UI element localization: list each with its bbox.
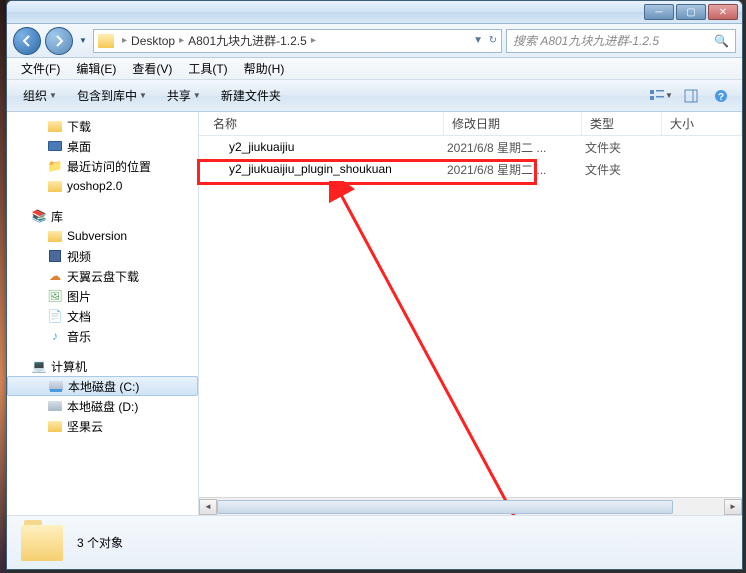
titlebar[interactable]: ─ ▢ ✕ <box>7 1 742 24</box>
search-input[interactable]: 搜索 A801九块九进群-1.2.5 🔍 <box>506 29 736 53</box>
organize-button[interactable]: 组织▼ <box>15 83 65 108</box>
nav-history-dropdown[interactable]: ▼ <box>77 27 89 55</box>
help-button[interactable]: ? <box>708 84 734 108</box>
file-name: y2_jiukuaijiu_plugin_shoukuan <box>229 162 447 176</box>
maximize-button[interactable]: ▢ <box>676 4 706 20</box>
forward-button[interactable] <box>45 27 73 55</box>
search-placeholder: 搜索 A801九块九进群-1.2.5 <box>513 32 659 49</box>
scroll-thumb[interactable] <box>217 500 673 514</box>
address-dropdown[interactable]: ▼ ↻ <box>473 35 497 46</box>
horizontal-scrollbar[interactable]: ◄ ► <box>199 497 742 515</box>
status-text: 3 个对象 <box>77 534 123 551</box>
details-pane: 3 个对象 <box>7 515 742 569</box>
back-button[interactable] <box>13 27 41 55</box>
column-headers: 名称 修改日期 类型 大小 <box>199 112 742 136</box>
breadcrumb-desktop[interactable]: Desktop <box>131 34 175 48</box>
tree-computer[interactable]: 💻计算机 <box>7 356 198 376</box>
tree-drive-c[interactable]: 本地磁盘 (C:) <box>7 376 198 396</box>
file-type: 文件夹 <box>585 139 665 156</box>
menu-bar: 文件(F) 编辑(E) 查看(V) 工具(T) 帮助(H) <box>7 58 742 80</box>
tree-drive-d[interactable]: 本地磁盘 (D:) <box>7 396 198 416</box>
pane-icon <box>684 89 698 103</box>
folder-large-icon <box>21 525 63 561</box>
menu-help[interactable]: 帮助(H) <box>236 58 293 79</box>
tree-subversion[interactable]: Subversion <box>7 226 198 246</box>
annotation-arrow <box>329 181 579 515</box>
file-list[interactable]: y2_jiukuaijiu 2021/6/8 星期二 ... 文件夹 y2_ji… <box>199 136 742 497</box>
close-button[interactable]: ✕ <box>708 4 738 20</box>
body-area: 下载 桌面 📁最近访问的位置 yoshop2.0 📚库 Subversion 视… <box>7 112 742 515</box>
tree-jianguo[interactable]: 坚果云 <box>7 416 198 436</box>
column-date[interactable]: 修改日期 <box>444 112 582 135</box>
explorer-window: ─ ▢ ✕ ▼ ▸ Desktop ▸ A801九块九进群-1.2.5 ▸ ▼ … <box>6 0 743 570</box>
svg-text:?: ? <box>718 92 724 103</box>
scroll-track[interactable] <box>217 499 724 515</box>
view-icon <box>649 89 665 103</box>
new-folder-button[interactable]: 新建文件夹 <box>213 83 289 108</box>
menu-tools[interactable]: 工具(T) <box>180 58 235 79</box>
tree-tianyi[interactable]: ☁天翼云盘下载 <box>7 266 198 286</box>
share-button[interactable]: 共享▼ <box>159 83 209 108</box>
file-type: 文件夹 <box>585 161 665 178</box>
file-date: 2021/6/8 星期二 ... <box>447 139 585 156</box>
help-icon: ? <box>714 89 728 103</box>
arrow-left-icon <box>20 34 34 48</box>
file-row[interactable]: y2_jiukuaijiu 2021/6/8 星期二 ... 文件夹 <box>199 136 742 158</box>
tree-pictures[interactable]: 🖼图片 <box>7 286 198 306</box>
minimize-button[interactable]: ─ <box>644 4 674 20</box>
column-type[interactable]: 类型 <box>582 112 662 135</box>
navigation-bar: ▼ ▸ Desktop ▸ A801九块九进群-1.2.5 ▸ ▼ ↻ 搜索 A… <box>7 24 742 58</box>
chevron-right-icon: ▸ <box>122 35 127 46</box>
chevron-right-icon: ▸ <box>311 35 316 46</box>
scroll-right-button[interactable]: ► <box>724 499 742 515</box>
file-name: y2_jiukuaijiu <box>229 140 447 154</box>
tree-downloads[interactable]: 下载 <box>7 116 198 136</box>
file-date: 2021/6/8 星期二 ... <box>447 161 585 178</box>
column-name[interactable]: 名称 <box>199 112 444 135</box>
view-options-button[interactable]: ▼ <box>648 84 674 108</box>
tree-yoshop[interactable]: yoshop2.0 <box>7 176 198 196</box>
tree-recent[interactable]: 📁最近访问的位置 <box>7 156 198 176</box>
menu-edit[interactable]: 编辑(E) <box>68 58 124 79</box>
command-bar: 组织▼ 包含到库中▼ 共享▼ 新建文件夹 ▼ ? <box>7 80 742 112</box>
include-in-library-button[interactable]: 包含到库中▼ <box>69 83 155 108</box>
menu-file[interactable]: 文件(F) <box>13 58 68 79</box>
column-size[interactable]: 大小 <box>662 112 742 135</box>
file-row[interactable]: y2_jiukuaijiu_plugin_shoukuan 2021/6/8 星… <box>199 158 742 180</box>
tree-desktop[interactable]: 桌面 <box>7 136 198 156</box>
chevron-right-icon: ▸ <box>179 35 184 46</box>
tree-videos[interactable]: 视频 <box>7 246 198 266</box>
preview-pane-button[interactable] <box>678 84 704 108</box>
folder-icon <box>98 34 114 48</box>
tree-music[interactable]: ♪音乐 <box>7 326 198 346</box>
arrow-right-icon <box>52 34 66 48</box>
breadcrumb-folder[interactable]: A801九块九进群-1.2.5 <box>188 32 307 49</box>
menu-view[interactable]: 查看(V) <box>124 58 180 79</box>
search-icon: 🔍 <box>714 34 729 48</box>
tree-documents[interactable]: 📄文档 <box>7 306 198 326</box>
scroll-left-button[interactable]: ◄ <box>199 499 217 515</box>
navigation-tree[interactable]: 下载 桌面 📁最近访问的位置 yoshop2.0 📚库 Subversion 视… <box>7 112 199 515</box>
file-content-area: 名称 修改日期 类型 大小 y2_jiukuaijiu 2021/6/8 星期二… <box>199 112 742 515</box>
tree-libraries[interactable]: 📚库 <box>7 206 198 226</box>
address-bar[interactable]: ▸ Desktop ▸ A801九块九进群-1.2.5 ▸ ▼ ↻ <box>93 29 502 53</box>
